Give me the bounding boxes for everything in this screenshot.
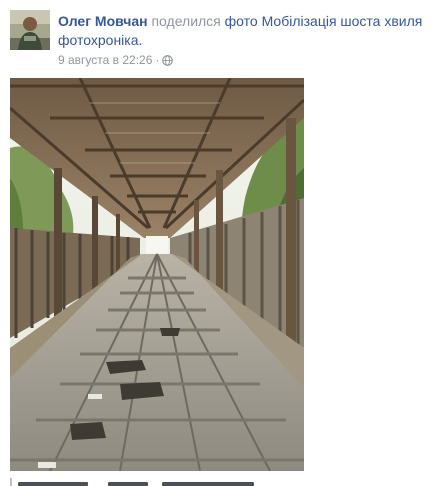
post-meta: 9 августа в 22:26 · [58, 52, 174, 68]
author-name[interactable]: Олег Мовчан [58, 13, 148, 29]
post-headline: Олег Мовчан поделился фото Мобілізація ш… [58, 12, 428, 50]
post-header: Олег Мовчан поделился фото Мобілізація ш… [10, 10, 430, 70]
caption-text-fragment [162, 482, 254, 486]
avatar[interactable] [10, 10, 50, 50]
action-verb: поделился [151, 13, 221, 29]
bridge-photo [10, 78, 304, 471]
object-type-link[interactable]: фото [225, 13, 258, 29]
globe-icon[interactable] [162, 55, 174, 66]
avatar-image [10, 10, 50, 50]
caption-preview [10, 478, 312, 486]
post-photo[interactable] [10, 78, 304, 471]
timestamp-link[interactable]: 9 августа в 22:26 [58, 53, 152, 67]
meta-separator: · [155, 53, 160, 67]
caption-text-fragment [108, 482, 148, 486]
caption-text-fragment [18, 482, 88, 486]
